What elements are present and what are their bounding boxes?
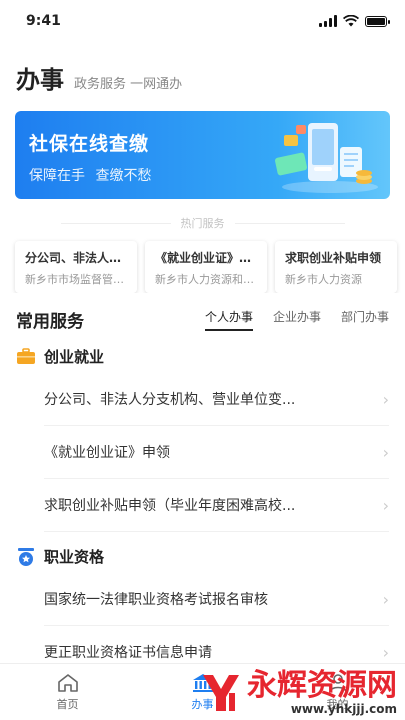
hot-service-dept: 新乡市市场监督管理局 [25, 273, 127, 286]
social-security-banner[interactable]: 社保在线查缴 保障在手 查缴不愁 [15, 111, 390, 199]
banner-title: 社保在线查缴 [29, 133, 150, 155]
home-icon [57, 673, 78, 692]
status-time: 9:41 [26, 13, 61, 29]
list-item-label: 分公司、非法人分支机构、营业单位变... [44, 392, 296, 408]
status-icons [319, 15, 390, 27]
list-item-label: 《就业创业证》申领 [44, 445, 170, 461]
chevron-right-icon: › [382, 389, 389, 409]
page-subtitle: 政务服务 一网通办 [74, 77, 183, 92]
list-item[interactable]: 国家统一法律职业资格考试报名审核 › [44, 573, 389, 626]
service-tabs: 个人办事 企业办事 部门办事 [204, 308, 389, 331]
hot-service-card[interactable]: 求职创业补贴申领 新乡市人力资源 [275, 241, 397, 293]
category-label: 职业资格 [44, 548, 105, 566]
battery-icon [365, 15, 390, 27]
tab-personal[interactable]: 个人办事 [204, 308, 253, 331]
badge-icon [18, 547, 34, 566]
hot-service-card[interactable]: 分公司、非法人分... 新乡市市场监督管理局 [15, 241, 137, 293]
common-services-title: 常用服务 [16, 312, 84, 332]
chevron-right-icon: › [382, 589, 389, 609]
wifi-icon [343, 15, 359, 27]
page-header: 办事 政务服务 一网通办 [0, 42, 405, 95]
list-item[interactable]: 求职创业补贴申领（毕业年度困难高校... › [44, 479, 389, 532]
list-item-label: 更正职业资格证书信息申请 [44, 645, 212, 661]
briefcase-icon [17, 348, 35, 364]
hot-services-title: 热门服务 [0, 215, 405, 231]
hot-service-dept: 新乡市人力资源和社会... [155, 273, 257, 286]
tabbar-label: 首页 [56, 697, 79, 711]
watermark-url: www.yhkjjj.com [290, 702, 397, 716]
hot-service-name: 《就业创业证》申领 [155, 251, 257, 265]
tab-department[interactable]: 部门办事 [341, 308, 389, 331]
hot-service-name: 分公司、非法人分... [25, 251, 127, 265]
banner-illustration [275, 123, 378, 193]
status-bar: 9:41 [0, 0, 405, 42]
chevron-right-icon: › [382, 495, 389, 515]
list-item-label: 求职创业补贴申领（毕业年度困难高校... [44, 498, 296, 514]
common-services-header: 常用服务 个人办事 企业办事 部门办事 [0, 293, 405, 332]
list-item[interactable]: 分公司、非法人分支机构、营业单位变... › [44, 373, 389, 426]
category-label: 创业就业 [44, 348, 105, 366]
list-item-label: 国家统一法律职业资格考试报名审核 [44, 592, 268, 608]
category-employment: 创业就业 [0, 332, 405, 373]
watermark-text: 永辉资源网 [247, 668, 397, 703]
hot-service-card[interactable]: 《就业创业证》申领 新乡市人力资源和社会... [145, 241, 267, 293]
hot-services-list: 分公司、非法人分... 新乡市市场监督管理局 《就业创业证》申领 新乡市人力资源… [0, 231, 405, 293]
chevron-right-icon: › [382, 642, 389, 662]
watermark-logo [203, 675, 239, 711]
category-qualification: 职业资格 [0, 532, 405, 573]
watermark: 永辉资源网 www.yhkjjj.com [199, 670, 397, 716]
banner-subtitle: 保障在手 查缴不愁 [29, 168, 152, 184]
page-title: 办事 [16, 66, 64, 94]
hot-service-dept: 新乡市人力资源 [285, 273, 362, 286]
tabbar-home[interactable]: 首页 [0, 664, 135, 720]
chevron-right-icon: › [382, 442, 389, 462]
hot-service-name: 求职创业补贴申领 [285, 251, 382, 265]
tab-enterprise[interactable]: 企业办事 [273, 308, 321, 331]
list-item[interactable]: 《就业创业证》申领 › [44, 426, 389, 479]
cellular-signal-icon [319, 15, 337, 27]
